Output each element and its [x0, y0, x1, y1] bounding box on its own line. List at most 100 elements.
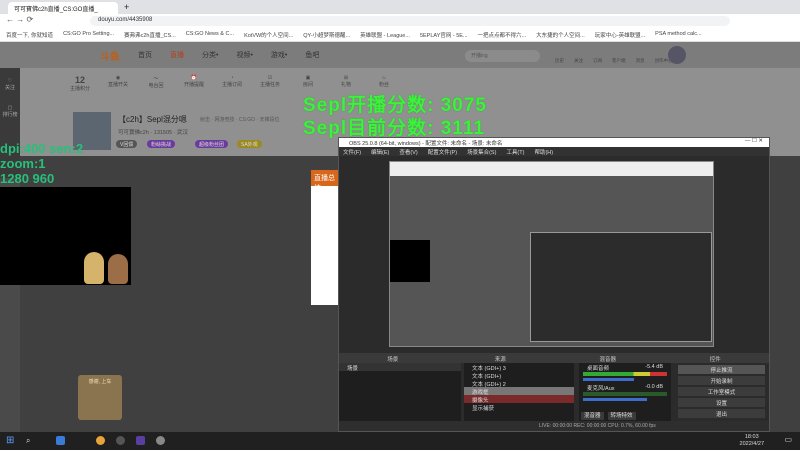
toolbar-item[interactable]: ◔ 主播订阅	[222, 75, 242, 92]
toolbar-item[interactable]: ☑ 主播任务	[260, 75, 280, 92]
app-icon[interactable]	[156, 436, 165, 445]
bookmark[interactable]: CS:GO Pro Setting...	[63, 31, 114, 38]
clock-time[interactable]: 18:03	[740, 434, 764, 441]
menu-item[interactable]: 帮助(H)	[534, 148, 553, 156]
source-item[interactable]: 游戏框	[464, 387, 574, 396]
mixer-tab[interactable]: 混音器	[581, 412, 604, 420]
menu-item[interactable]: 工具(T)	[506, 148, 524, 156]
start-recording-button[interactable]: 开始录制	[678, 376, 765, 385]
bookmark[interactable]: 玩家中心-英雄联盟...	[595, 31, 645, 39]
mixer-channel-name: 桌面音频 -5.4 dB	[587, 364, 663, 372]
source-item[interactable]: 文本 (GDI+) 2	[464, 379, 574, 388]
sources-dock: 文本 (GDI+) 3 文本 (GDI+) 文本 (GDI+) 2 游戏框 摄像…	[464, 363, 574, 421]
sidebar-item-follow[interactable]: ♡ 关注	[0, 78, 20, 91]
room-meta: 可可寶佛c2h · 131505 · 武汉	[118, 130, 188, 136]
dock-title: 来源	[494, 357, 506, 363]
source-item[interactable]: 文本 (GDI+)	[464, 371, 574, 380]
obs-window: OBS 25.0.8 (64-bit, windows) - 配置文件: 未命名…	[338, 137, 770, 432]
user-icon-item[interactable]: 关注	[574, 58, 583, 64]
app-icon[interactable]	[56, 436, 65, 445]
nav-item[interactable]: 首页	[138, 50, 152, 60]
bookmark[interactable]: QY-小超梦斯德醒...	[303, 31, 350, 39]
clock-date[interactable]: 2022/4/27	[740, 441, 764, 448]
nav-item[interactable]: 鱼吧	[305, 50, 319, 60]
menu-item[interactable]: 查看(V)	[399, 148, 417, 156]
nav-item[interactable]: 视频•	[236, 50, 252, 60]
source-item[interactable]: 摄像头	[464, 395, 574, 404]
nav-item[interactable]: 游戏•	[271, 50, 287, 60]
volume-slider[interactable]	[583, 378, 634, 381]
scene-item[interactable]: 场景	[339, 363, 461, 372]
user-icon-item[interactable]: 客户端	[612, 58, 626, 64]
new-tab-icon[interactable]: +	[124, 2, 129, 12]
summary-popup: 直播总结	[311, 170, 341, 305]
obs-icon[interactable]	[116, 436, 125, 445]
mixer-tab[interactable]: 转场特效	[607, 412, 636, 420]
nav-item[interactable]: 直播	[170, 50, 184, 60]
controls-dock: 停止推流 开始录制 工作室模式 设置 退出	[674, 363, 769, 421]
avatar-character-icon	[84, 252, 104, 284]
source-item[interactable]: 文本 (GDI+) 3	[464, 363, 574, 372]
url-input[interactable]: douyu.com/4435908	[90, 16, 730, 26]
toolbar-item[interactable]: ◉ 直播开关	[108, 75, 128, 92]
user-icon-item[interactable]: 订阅	[593, 58, 602, 64]
pill-badge[interactable]: 超级粉丝团	[195, 140, 229, 148]
bookmark[interactable]: PSA method calc...	[655, 31, 701, 38]
sidebar-item-rank[interactable]: ▢ 排行榜	[0, 105, 20, 118]
windows-start-icon[interactable]: ⊞	[6, 435, 14, 446]
toolbar-item[interactable]: 12 主播积分	[70, 75, 90, 92]
avatar-character-icon	[108, 254, 128, 284]
bookmark[interactable]: CS:GO News & C...	[186, 31, 234, 38]
dock-title: 混音器	[599, 357, 616, 363]
bookmark[interactable]: 賽弗弗c2h直播_CS...	[124, 31, 176, 39]
volume-meter	[583, 372, 667, 376]
obs-menubar: 文件(F) 编辑(E) 查看(V) 配置文件(P) 场景集合(S) 工具(T) 帮助(H)	[339, 147, 769, 156]
chrome-icon[interactable]	[96, 436, 105, 445]
stop-streaming-button[interactable]: 停止推流	[678, 365, 765, 374]
toolbar-item[interactable]: ⏰ 开播提醒	[184, 75, 204, 92]
site-search-input[interactable]: 开播ing	[465, 50, 540, 62]
bookmark[interactable]: 5EPLAY官网 - 5E...	[420, 31, 468, 39]
volume-meter	[583, 392, 667, 396]
search-icon[interactable]: ⌕	[26, 436, 30, 446]
scenes-dock: 场景	[339, 363, 461, 421]
score-now: Sepl目前分数: 3111	[303, 118, 485, 139]
mixer-tabs: 混音器 转场特效	[581, 412, 636, 420]
studio-mode-button[interactable]: 工作室模式	[678, 387, 765, 396]
mixer-dock: 桌面音频 -5.4 dB 麦克风/Aux -0.0 dB 混音器 转场特效	[579, 363, 671, 421]
site-logo[interactable]: 斗鱼	[100, 48, 120, 63]
nav-item[interactable]: 分类•	[202, 50, 218, 60]
menu-item[interactable]: 编辑(E)	[371, 148, 389, 156]
browser-tab[interactable]: 可可寶佛c2h直播_CS:GO直播_	[8, 2, 118, 14]
bookmark[interactable]: 一把点点都不得六...	[478, 31, 527, 39]
pill-badge[interactable]: V回馈	[116, 140, 138, 148]
tab-strip	[0, 0, 800, 14]
bookmark[interactable]: KotVW的个人空间...	[244, 31, 293, 39]
popup-header: 直播总结	[311, 170, 341, 192]
notification-icon[interactable]: ▭	[784, 435, 792, 444]
avatar[interactable]	[668, 46, 686, 64]
bookmark[interactable]: 大东捷的个人空间...	[536, 31, 585, 39]
settings-overlay: dpi:400 sen:2 zoom:1 1280 960	[0, 141, 84, 186]
source-item[interactable]: 显示捕获	[464, 403, 574, 412]
window-controls-icon[interactable]: — ☐ ✕	[745, 138, 763, 144]
dock-title: 控件	[709, 357, 721, 363]
gift-box[interactable]: 感谢, 上车	[78, 375, 122, 420]
menu-item[interactable]: 配置文件(P)	[428, 148, 457, 156]
pill-badge[interactable]: 粉絲挑战	[147, 140, 176, 148]
volume-slider[interactable]	[583, 398, 648, 401]
pill-badge[interactable]: SA外观	[237, 140, 262, 148]
bookmark[interactable]: 百度一下, 你就知道	[6, 31, 53, 39]
app-icon[interactable]	[136, 436, 145, 445]
room-title: 【c2h】Sepl混分嗯	[118, 115, 187, 124]
bookmark[interactable]: 英雄联盟 - League...	[360, 31, 410, 39]
user-icon-item[interactable]: 历史	[555, 58, 564, 64]
back-icon[interactable]: ← → ⟳	[6, 15, 33, 24]
settings-button[interactable]: 设置	[678, 398, 765, 407]
toolbar-item[interactable]: 〜电台回	[146, 75, 166, 92]
menu-item[interactable]: 场景集合(S)	[467, 148, 496, 156]
menu-item[interactable]: 文件(F)	[343, 148, 361, 156]
exit-button[interactable]: 退出	[678, 409, 765, 418]
user-icon-item[interactable]: 消息	[636, 58, 645, 64]
obs-preview[interactable]	[389, 161, 714, 347]
